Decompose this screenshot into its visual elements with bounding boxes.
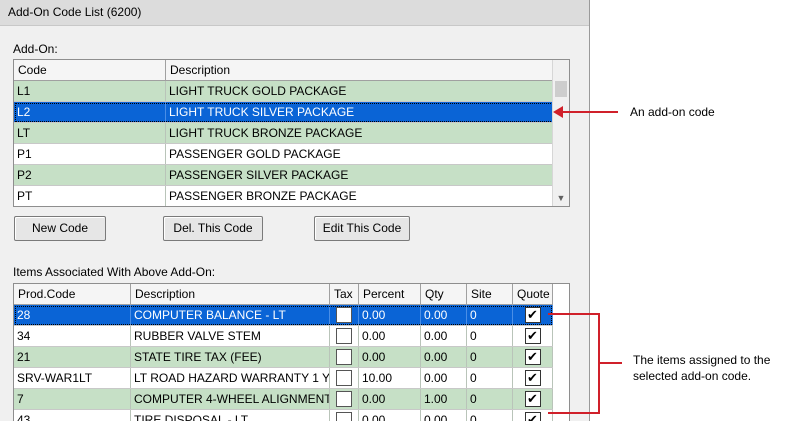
addon-row[interactable]: L2 LIGHT TRUCK SILVER PACKAGE	[14, 102, 554, 123]
quote-checkbox[interactable]: ✔	[524, 328, 541, 344]
item-row[interactable]: 28 COMPUTER BALANCE - LT 0.00 0.00 0 ✔	[14, 305, 553, 326]
item-prod-code-cell: SRV-WAR1LT	[14, 368, 131, 388]
item-site-cell: 0	[467, 368, 513, 388]
item-tax-cell	[330, 326, 359, 346]
item-row[interactable]: SRV-WAR1LT LT ROAD HAZARD WARRANTY 1 YR 10…	[14, 368, 553, 389]
addon-code-grid[interactable]: Code Description L1 LIGHT TRUCK GOLD PACK…	[13, 59, 570, 207]
addon-grid-scrollbar[interactable]: ▼	[552, 60, 569, 206]
item-site-cell: 0	[467, 305, 513, 325]
addon-code-cell: P2	[14, 165, 166, 185]
addon-code-list-window: Add-On Code List (6200) Add-On: Code Des…	[0, 0, 590, 435]
item-prod-code-cell: 28	[14, 305, 131, 325]
column-header-quote[interactable]: Quote	[513, 284, 553, 305]
item-row[interactable]: 7 COMPUTER 4-WHEEL ALIGNMENT 0.00 1.00 0 ✔	[14, 389, 553, 410]
tax-checkbox[interactable]	[336, 349, 352, 365]
addon-description-cell: PASSENGER BRONZE PACKAGE	[166, 186, 554, 206]
item-qty-cell: 0.00	[421, 347, 467, 367]
quote-checkbox[interactable]: ✔	[524, 370, 541, 386]
column-header-prod-code[interactable]: Prod.Code	[14, 284, 131, 305]
quote-checkbox[interactable]: ✔	[524, 391, 541, 407]
item-description-cell: STATE TIRE TAX (FEE)	[131, 347, 330, 367]
item-percent-cell: 0.00	[359, 347, 421, 367]
item-description-cell: COMPUTER 4-WHEEL ALIGNMENT	[131, 389, 330, 409]
callout-arrow-icon	[553, 106, 563, 118]
quote-checkbox[interactable]: ✔	[524, 349, 541, 365]
item-percent-cell: 0.00	[359, 389, 421, 409]
tax-checkbox[interactable]	[336, 370, 352, 386]
tax-checkbox[interactable]	[336, 328, 352, 344]
item-qty-cell: 0.00	[421, 326, 467, 346]
item-tax-cell	[330, 368, 359, 388]
item-prod-code-cell: 34	[14, 326, 131, 346]
item-row[interactable]: 34 RUBBER VALVE STEM 0.00 0.00 0 ✔	[14, 326, 553, 347]
annotation-addon-code: An add-on code	[630, 105, 715, 119]
tax-checkbox[interactable]	[336, 307, 352, 323]
item-qty-cell: 0.00	[421, 305, 467, 325]
addon-code-cell: LT	[14, 123, 166, 143]
column-header-code[interactable]: Code	[14, 60, 166, 81]
column-header-description[interactable]: Description	[166, 60, 554, 81]
column-header-description[interactable]: Description	[131, 284, 330, 305]
addon-code-cell: L2	[14, 102, 166, 122]
item-tax-cell	[330, 389, 359, 409]
item-percent-cell: 0.00	[359, 326, 421, 346]
edit-code-button[interactable]: Edit This Code	[314, 216, 410, 241]
item-prod-code-cell: 21	[14, 347, 131, 367]
scrollbar-thumb[interactable]	[555, 81, 567, 97]
item-quote-cell: ✔	[513, 368, 553, 388]
item-site-cell: 0	[467, 347, 513, 367]
items-grid[interactable]: Prod.Code Description Tax Percent Qty Si…	[13, 283, 570, 428]
item-description-cell: RUBBER VALVE STEM	[131, 326, 330, 346]
item-quote-cell: ✔	[513, 389, 553, 409]
addon-grid-header: Code Description	[14, 60, 554, 81]
addon-code-cell: L1	[14, 81, 166, 101]
window-title: Add-On Code List (6200)	[0, 0, 589, 26]
item-percent-cell: 10.00	[359, 368, 421, 388]
addon-row[interactable]: P1 PASSENGER GOLD PACKAGE	[14, 144, 554, 165]
addon-section-label: Add-On:	[13, 42, 58, 56]
item-quote-cell: ✔	[513, 305, 553, 325]
bracket-pointer	[600, 362, 622, 364]
column-header-tax[interactable]: Tax	[330, 284, 359, 305]
item-description-cell: LT ROAD HAZARD WARRANTY 1 YR	[131, 368, 330, 388]
bracket-top	[548, 313, 600, 315]
item-prod-code-cell: 7	[14, 389, 131, 409]
addon-code-cell: PT	[14, 186, 166, 206]
item-site-cell: 0	[467, 389, 513, 409]
item-tax-cell	[330, 347, 359, 367]
quote-checkbox[interactable]: ✔	[524, 307, 541, 323]
column-header-qty[interactable]: Qty	[421, 284, 467, 305]
column-header-percent[interactable]: Percent	[359, 284, 421, 305]
items-grid-header: Prod.Code Description Tax Percent Qty Si…	[14, 284, 553, 305]
item-qty-cell: 0.00	[421, 368, 467, 388]
addon-code-cell: P1	[14, 144, 166, 164]
addon-description-cell: PASSENGER SILVER PACKAGE	[166, 165, 554, 185]
addon-row[interactable]: LT LIGHT TRUCK BRONZE PACKAGE	[14, 123, 554, 144]
annotation-items-line2: selected add-on code.	[633, 369, 752, 383]
column-header-site[interactable]: Site	[467, 284, 513, 305]
addon-description-cell: LIGHT TRUCK BRONZE PACKAGE	[166, 123, 554, 143]
delete-code-button[interactable]: Del. This Code	[163, 216, 263, 241]
item-tax-cell	[330, 305, 359, 325]
addon-row[interactable]: P2 PASSENGER SILVER PACKAGE	[14, 165, 554, 186]
addon-row[interactable]: PT PASSENGER BRONZE PACKAGE	[14, 186, 554, 206]
item-percent-cell: 0.00	[359, 305, 421, 325]
addon-row[interactable]: L1 LIGHT TRUCK GOLD PACKAGE	[14, 81, 554, 102]
addon-description-cell: PASSENGER GOLD PACKAGE	[166, 144, 554, 164]
item-row[interactable]: 21 STATE TIRE TAX (FEE) 0.00 0.00 0 ✔	[14, 347, 553, 368]
tax-checkbox[interactable]	[336, 391, 352, 407]
items-section-label: Items Associated With Above Add-On:	[13, 265, 216, 279]
item-qty-cell: 1.00	[421, 389, 467, 409]
bracket-bottom	[548, 412, 600, 414]
item-description-cell: COMPUTER BALANCE - LT	[131, 305, 330, 325]
item-quote-cell: ✔	[513, 347, 553, 367]
addon-description-cell: LIGHT TRUCK SILVER PACKAGE	[166, 102, 554, 122]
item-quote-cell: ✔	[513, 326, 553, 346]
item-site-cell: 0	[467, 326, 513, 346]
callout-line-addon	[556, 111, 618, 113]
annotation-items-line1: The items assigned to the	[633, 353, 771, 367]
new-code-button[interactable]: New Code	[14, 216, 106, 241]
addon-description-cell: LIGHT TRUCK GOLD PACKAGE	[166, 81, 554, 101]
scroll-down-arrow-icon[interactable]: ▼	[553, 190, 569, 206]
